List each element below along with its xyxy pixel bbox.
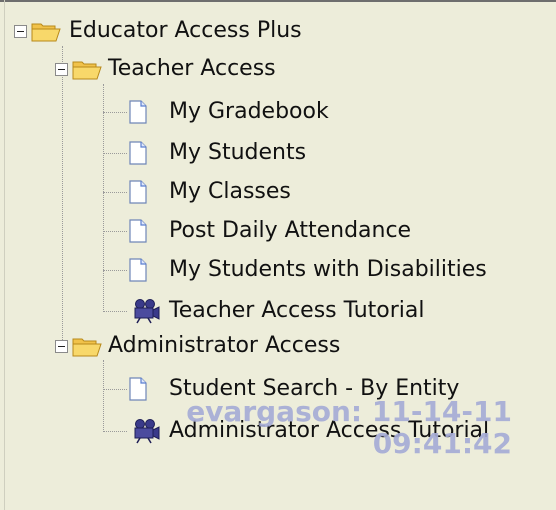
tree-connector — [103, 231, 127, 232]
document-icon — [129, 100, 147, 124]
tree-node-teacher-access[interactable]: Teacher Access — [55, 52, 278, 86]
tree-connector — [103, 192, 127, 193]
watermark-time: 09:41:42 — [372, 427, 512, 460]
tree-item-label: My Gradebook — [169, 99, 329, 124]
tree-connector — [62, 46, 63, 346]
tree-connector — [103, 153, 127, 154]
tree-item-label: My Classes — [169, 179, 291, 204]
tree-node-label: Educator Access Plus — [69, 18, 302, 43]
tree-item-label: Post Daily Attendance — [169, 218, 412, 243]
document-icon — [129, 258, 147, 282]
tree-item-my-students-with-disabilities[interactable]: My Students with Disabilities — [127, 253, 489, 287]
tree-item-my-students[interactable]: My Students — [127, 136, 308, 170]
tree-item-my-gradebook[interactable]: My Gradebook — [127, 95, 331, 129]
tree-connector — [103, 360, 104, 432]
tree-connector — [103, 311, 127, 312]
tree-item-label: My Students with Disabilities — [169, 257, 487, 282]
video-camera-icon — [134, 299, 160, 324]
tree-item-teacher-access-tutorial[interactable]: Teacher Access Tutorial — [131, 294, 427, 328]
left-border — [4, 0, 5, 510]
tree-connector — [103, 84, 104, 312]
open-folder-icon — [72, 61, 102, 80]
tree-node-label: Administrator Access — [108, 333, 341, 358]
tree-node-educator-access-plus[interactable]: Educator Access Plus — [14, 14, 304, 48]
document-icon — [129, 180, 147, 204]
document-icon — [129, 141, 147, 165]
user-timestamp-watermark: evargason: 11-14-11 09:41:42 — [150, 396, 512, 460]
document-icon — [129, 377, 147, 401]
tree-connector — [103, 112, 127, 113]
tree-connector — [103, 270, 127, 271]
tree-node-administrator-access[interactable]: Administrator Access — [55, 329, 342, 363]
collapse-toggle[interactable] — [55, 339, 68, 353]
tree-connector — [103, 431, 127, 432]
document-icon — [129, 219, 147, 243]
tree-item-label: Teacher Access Tutorial — [169, 298, 425, 323]
tree-connector — [103, 389, 127, 390]
collapse-toggle[interactable] — [55, 62, 68, 76]
tree-item-label: My Students — [169, 140, 307, 165]
collapse-toggle[interactable] — [14, 24, 27, 38]
top-border — [0, 0, 556, 2]
tree-item-my-classes[interactable]: My Classes — [127, 175, 293, 209]
watermark-user-date: evargason: 11-14-11 — [186, 395, 512, 428]
open-folder-icon — [31, 23, 61, 42]
tree-node-label: Teacher Access — [108, 56, 276, 81]
open-folder-icon — [72, 338, 102, 357]
tree-item-post-daily-attendance[interactable]: Post Daily Attendance — [127, 214, 413, 248]
